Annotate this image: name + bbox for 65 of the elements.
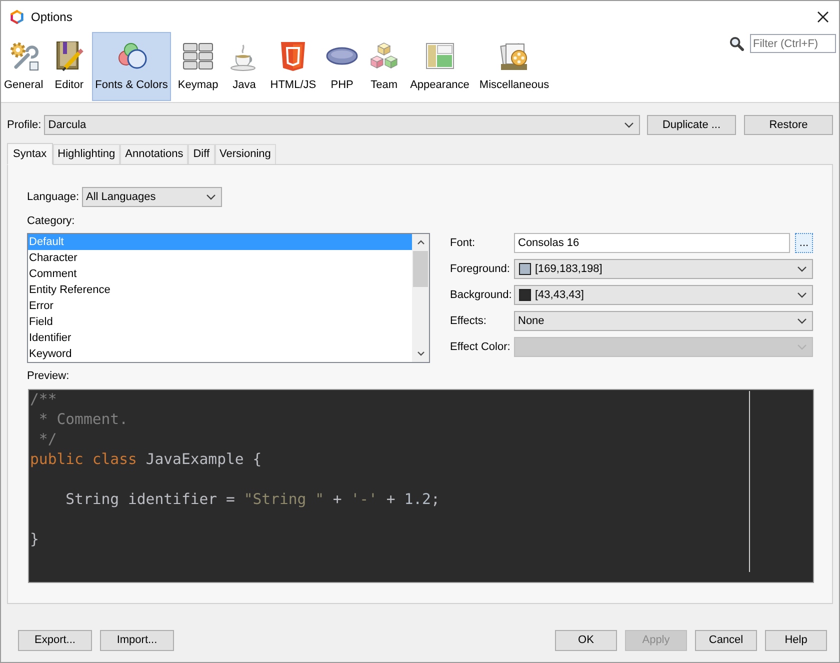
field-label: Profile:: [7, 118, 42, 133]
help-button[interactable]: Help: [765, 630, 827, 651]
list-item[interactable]: Character: [28, 250, 412, 266]
scroll-down-icon[interactable]: [416, 351, 424, 356]
chevron-down-icon: [797, 318, 807, 324]
category-button[interactable]: Keymap: [174, 32, 222, 101]
language-dropdown[interactable]: All Languages: [82, 187, 222, 207]
export-button[interactable]: Export...: [18, 630, 92, 651]
field-label: Category:: [27, 214, 75, 229]
field-label: Effects:: [450, 314, 488, 329]
tab[interactable]: Highlighting: [52, 144, 120, 164]
chevron-down-icon: [797, 266, 807, 272]
tab[interactable]: Versioning: [214, 144, 276, 164]
effects-dropdown[interactable]: None: [514, 311, 813, 331]
app-logo-icon: [10, 10, 24, 24]
category-button[interactable]: Appearance: [407, 32, 472, 101]
field-label: Preview:: [27, 369, 70, 384]
duplicate-button[interactable]: Duplicate ...: [647, 115, 736, 135]
category-button[interactable]: Fonts & Colors: [92, 32, 171, 101]
import-button[interactable]: Import...: [100, 630, 174, 651]
field-label: Background:: [450, 288, 513, 303]
tab[interactable]: Diff: [188, 144, 215, 164]
chevron-down-icon: [797, 292, 807, 298]
field-label: Effect Color:: [450, 340, 512, 355]
tab[interactable]: Syntax: [7, 143, 53, 165]
category-button[interactable]: Java: [225, 32, 264, 101]
list-item[interactable]: Identifier: [28, 330, 412, 346]
category-button[interactable]: PHP: [323, 32, 362, 101]
foreground-dropdown[interactable]: [169,183,198]: [514, 259, 813, 279]
list-item[interactable]: Keyword: [28, 346, 412, 362]
category-button[interactable]: Team: [365, 32, 404, 101]
keyboard-keys-icon: [182, 40, 214, 72]
field-label: Foreground:: [450, 262, 511, 277]
field-label: Language:: [27, 190, 80, 205]
ok-button[interactable]: OK: [555, 630, 617, 651]
background-dropdown[interactable]: [43,43,43]: [514, 285, 813, 305]
restore-button[interactable]: Restore: [744, 115, 833, 135]
category-button[interactable]: Miscellaneous: [476, 32, 552, 101]
close-icon: [817, 10, 829, 22]
list-item[interactable]: Entity Reference: [28, 282, 412, 298]
scroll-up-icon[interactable]: [416, 240, 424, 245]
field-label: Font:: [450, 236, 476, 251]
tab[interactable]: Annotations: [120, 144, 188, 164]
profile-dropdown[interactable]: Darcula: [44, 115, 640, 135]
category-button[interactable]: HTML/JS: [267, 32, 320, 101]
scrollbar-thumb[interactable]: [413, 251, 428, 287]
chevron-down-icon: [624, 122, 634, 128]
scrollbar[interactable]: [412, 234, 429, 362]
category-button[interactable]: General: [1, 32, 46, 101]
oval-logo-icon: [326, 47, 358, 65]
category-button[interactable]: Editor: [50, 32, 88, 101]
chevron-down-icon: [206, 194, 216, 200]
window-title: Options: [31, 8, 72, 26]
list-item[interactable]: Field: [28, 314, 412, 330]
code-text: /** * Comment. */ public class JavaExample { String identifier = "String " + '-' + 1.2; }: [29, 390, 440, 550]
list-item[interactable]: Comment: [28, 266, 412, 282]
gear-wrench-icon: [8, 40, 40, 72]
layout-panels-icon: [424, 40, 456, 72]
cancel-button[interactable]: Cancel: [695, 630, 757, 651]
chevron-down-icon: [797, 344, 807, 350]
list-item[interactable]: Error: [28, 298, 412, 314]
browse-button[interactable]: ...: [795, 233, 813, 253]
filter-field[interactable]: Filter (Ctrl+F): [750, 34, 836, 53]
font-field[interactable]: Consolas 16: [514, 233, 790, 253]
search-icon: [729, 36, 744, 51]
